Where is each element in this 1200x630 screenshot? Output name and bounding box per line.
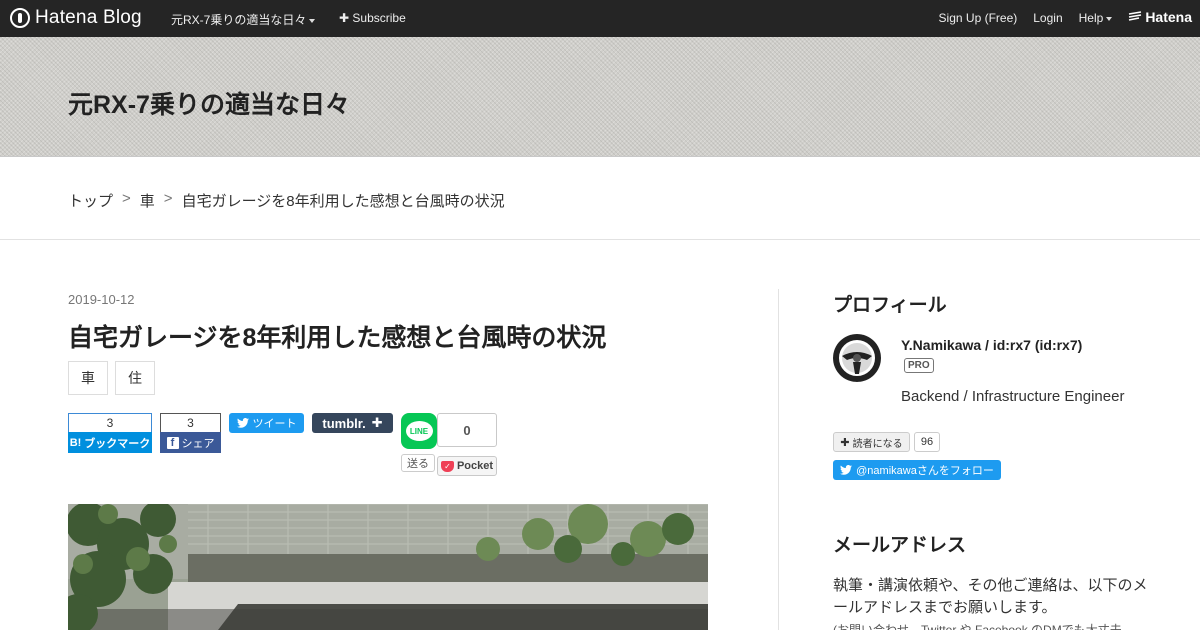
- chevron-down-icon: [309, 18, 316, 23]
- facebook-share-label: シェア: [181, 437, 215, 450]
- line-icon[interactable]: LINE: [401, 413, 437, 449]
- mail-heading: メールアドレス: [833, 535, 967, 556]
- login-link[interactable]: Login: [1033, 11, 1062, 25]
- help-dropdown[interactable]: Help: [1079, 11, 1113, 25]
- line-send-button[interactable]: 送る: [401, 454, 435, 472]
- blog-title[interactable]: 元RX-7乗りの適当な日々: [68, 85, 350, 121]
- pocket-icon: ✓: [440, 460, 454, 472]
- profile-name[interactable]: Y.Namikawa / id:rx7 (id:rx7): [901, 337, 1082, 353]
- mail-description: 執筆・講演依頼や、その他ご連絡は、以下のメールアドレスまでお願いします。: [833, 577, 1148, 616]
- logo-text: Hatena Blog: [35, 7, 142, 28]
- hatena-bookmark-icon: B!: [69, 436, 82, 449]
- twitter-bird-icon: [840, 465, 853, 475]
- breadcrumb-item-top[interactable]: トップ: [68, 190, 113, 211]
- plus-icon: ✚: [840, 436, 850, 449]
- blog-selector-label: 元RX-7乗りの適当な日々: [171, 13, 307, 27]
- hatena-logo-text: Hatena: [1145, 9, 1192, 25]
- pocket-count: 0: [437, 413, 497, 447]
- steering-wheel-icon: [833, 334, 881, 382]
- hatena-blog-logo[interactable]: Hatena Blog: [10, 7, 142, 29]
- plus-icon: ✚: [339, 11, 350, 25]
- breadcrumb-separator: >: [122, 190, 131, 207]
- twitter-bird-icon: [236, 418, 249, 428]
- chevron-down-icon: [1106, 16, 1113, 21]
- hatena-bookmark-count: 3: [68, 413, 152, 432]
- subscribe-reader-button[interactable]: ✚ 読者になる: [833, 432, 910, 452]
- breadcrumb: トップ > 車 > 自宅ガレージを8年利用した感想と台風時の状況: [68, 190, 505, 211]
- subscribe-button[interactable]: ✚ Subscribe: [339, 11, 406, 25]
- entry-date[interactable]: 2019-10-12: [68, 292, 135, 307]
- profile-heading: プロフィール: [833, 295, 947, 316]
- breadcrumb-item-category[interactable]: 車: [140, 190, 155, 211]
- entry-categories: 車 住: [68, 361, 155, 395]
- entry-title[interactable]: 自宅ガレージを8年利用した感想と台風時の状況: [68, 318, 606, 354]
- line-share[interactable]: LINE 送る: [401, 413, 437, 472]
- entry-photo: [68, 504, 708, 630]
- follow-suffix: さんをフォロー: [916, 465, 994, 477]
- pocket-label: Pocket: [456, 460, 494, 472]
- hatena-logo[interactable]: Hatena: [1128, 9, 1192, 25]
- avatar[interactable]: [833, 334, 881, 382]
- category-tag[interactable]: 車: [68, 361, 108, 395]
- plus-icon: ✚: [371, 415, 383, 430]
- pocket-share[interactable]: 0 ✓ Pocket: [437, 413, 497, 476]
- hatena-blog-logo-icon: [10, 8, 30, 28]
- twitter-follow-button[interactable]: @namikawaさんをフォロー: [833, 460, 1001, 480]
- breadcrumb-item-current: 自宅ガレージを8年利用した感想と台風時の状況: [181, 193, 505, 210]
- facebook-share-button[interactable]: f シェア: [160, 432, 221, 453]
- pro-badge: PRO: [904, 358, 934, 373]
- global-header-right: Sign Up (Free) Login Help Hatena: [939, 9, 1192, 25]
- signup-link[interactable]: Sign Up (Free): [939, 11, 1018, 25]
- facebook-share[interactable]: 3 f シェア: [160, 413, 221, 453]
- blog-header: 元RX-7乗りの適当な日々: [0, 37, 1200, 157]
- column-divider: [778, 289, 779, 630]
- twitter-tweet-label: ツイート: [252, 418, 297, 430]
- pocket-button[interactable]: ✓ Pocket: [437, 456, 497, 476]
- reader-count: 96: [914, 432, 940, 452]
- hatena-swoosh-icon: [1129, 11, 1142, 21]
- profile-description: Backend / Infrastructure Engineer: [901, 388, 1125, 405]
- hatena-bookmark-share[interactable]: 3 B! ブックマーク: [68, 413, 152, 453]
- hatena-bookmark-label: ブックマーク: [84, 437, 151, 450]
- garage-photo-image: [68, 504, 708, 630]
- subscribe-label: Subscribe: [352, 11, 406, 25]
- mail-note: (お問い合わせ、Twitter や Facebook のDMでも大丈夫: [833, 623, 1122, 630]
- reader-button-label: 読者になる: [852, 438, 903, 450]
- hatena-bookmark-button[interactable]: B! ブックマーク: [68, 432, 152, 453]
- global-header: Hatena Blog 元RX-7乗りの適当な日々 ✚ Subscribe Si…: [0, 0, 1200, 37]
- twitter-tweet-button[interactable]: ツイート: [229, 413, 304, 433]
- tumblr-share-button[interactable]: tumblr. ✚: [312, 413, 393, 433]
- breadcrumb-separator: >: [163, 190, 173, 207]
- tumblr-logo: tumblr.: [322, 415, 366, 431]
- blog-selector-dropdown[interactable]: 元RX-7乗りの適当な日々: [171, 11, 316, 28]
- breadcrumb-area: トップ > 車 > 自宅ガレージを8年利用した感想と台風時の状況: [0, 158, 1200, 240]
- line-logo: LINE: [405, 421, 433, 441]
- facebook-share-count: 3: [160, 413, 221, 432]
- facebook-icon: f: [166, 436, 179, 449]
- follow-handle: @namikawa: [856, 465, 917, 477]
- help-label: Help: [1078, 11, 1104, 25]
- category-tag[interactable]: 住: [115, 361, 155, 395]
